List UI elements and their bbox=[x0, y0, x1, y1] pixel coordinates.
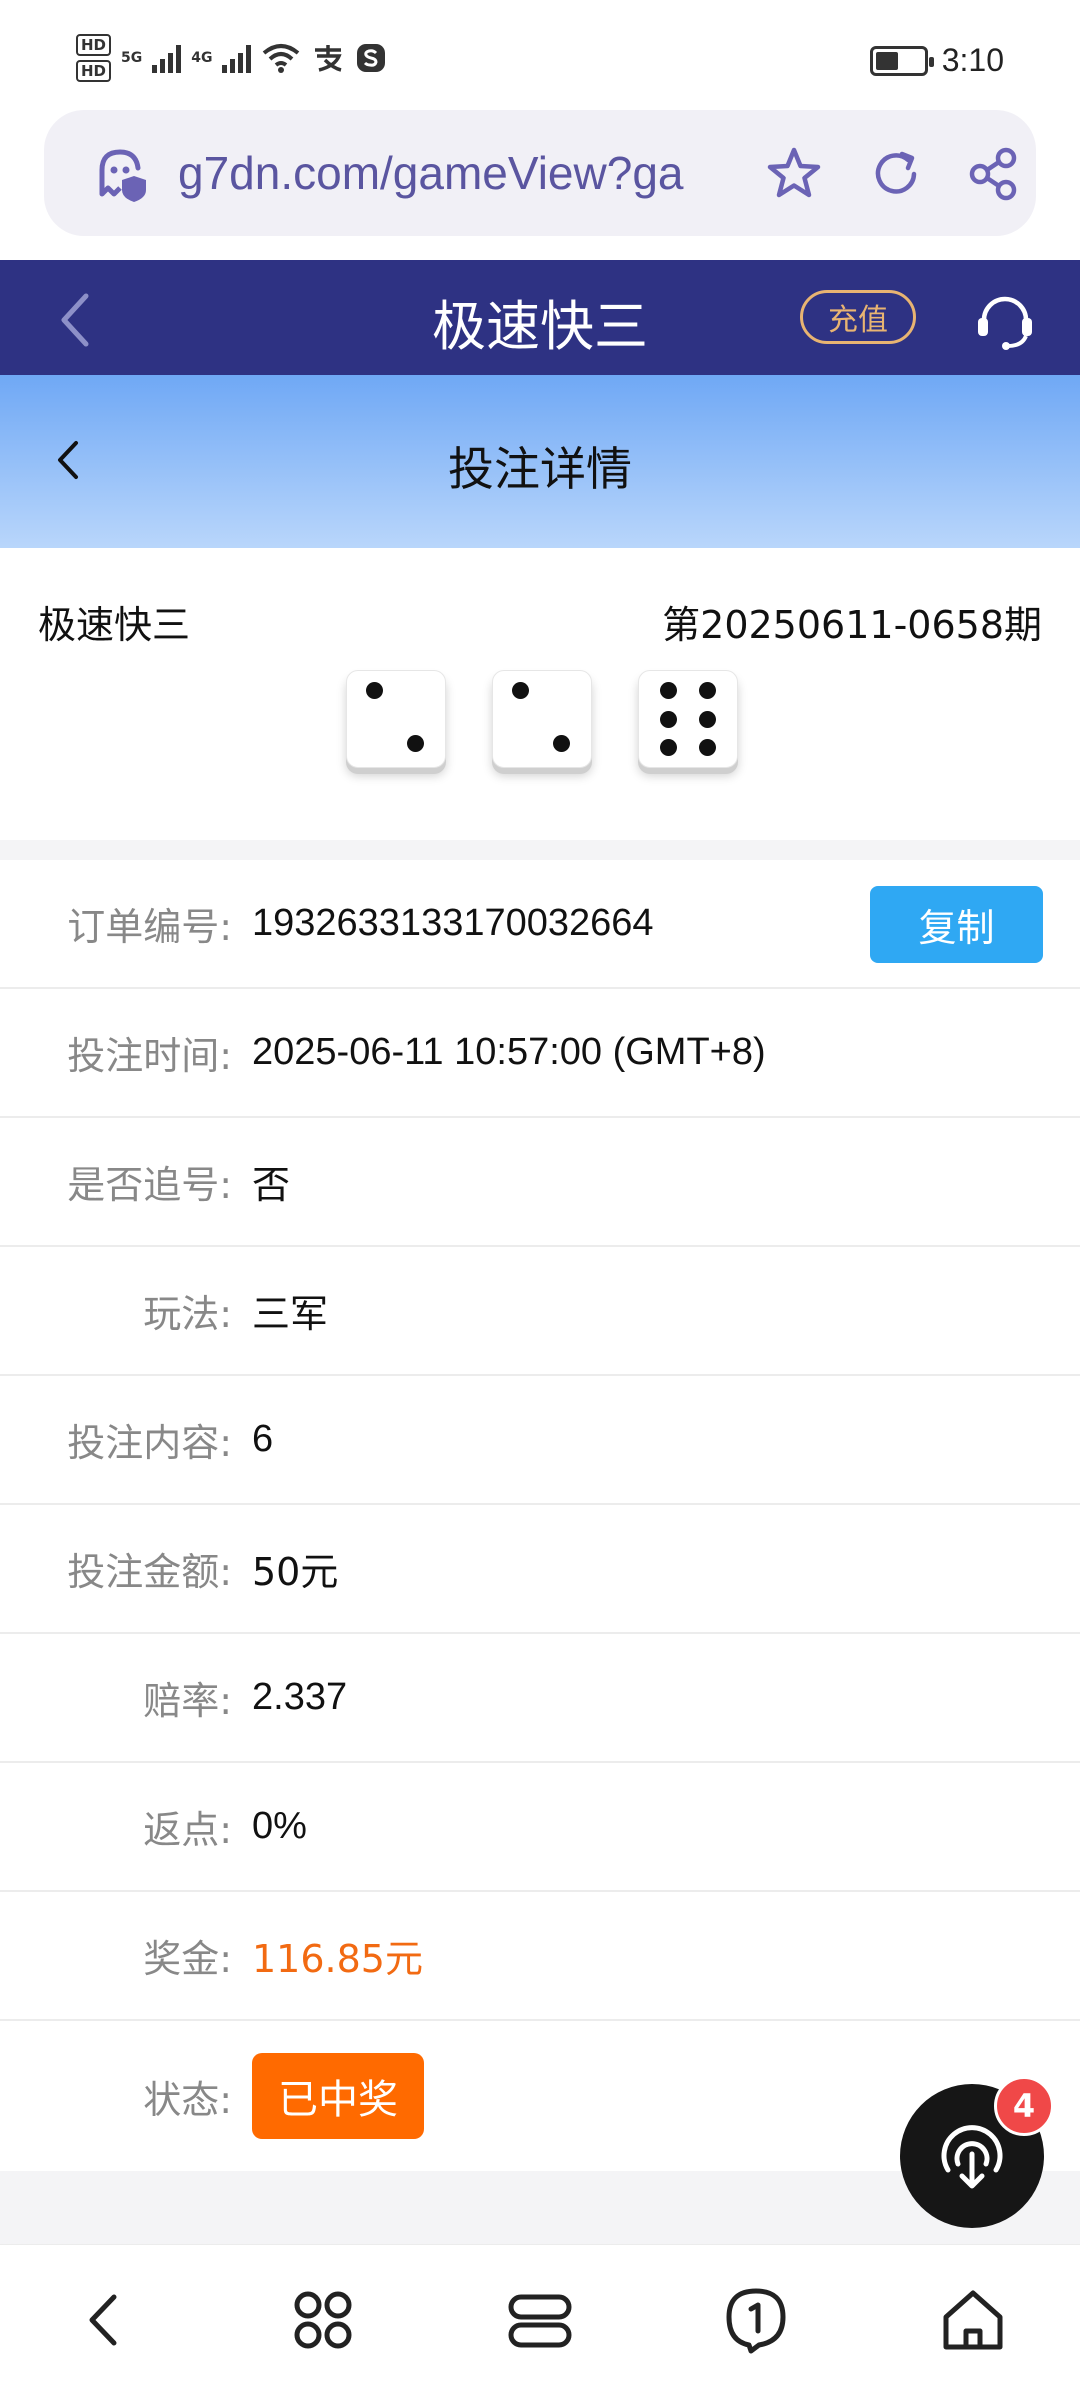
rebate-value: 0% bbox=[252, 1805, 307, 1847]
notification-badge: 4 bbox=[994, 2076, 1054, 2136]
lottery-period: 第20250611-0658期 bbox=[662, 603, 1042, 647]
back-icon[interactable] bbox=[72, 2285, 142, 2355]
chase-value: 否 bbox=[252, 1163, 291, 1207]
wifi-icon bbox=[263, 44, 300, 73]
die-pip bbox=[659, 710, 677, 728]
security-ghost-icon[interactable] bbox=[90, 144, 154, 208]
network-5g-label: 5G bbox=[121, 50, 143, 66]
refresh-icon[interactable] bbox=[866, 144, 926, 204]
detail-row-amount: 投注金额: 50元 bbox=[0, 1505, 1080, 1634]
status-badge: 已中奖 bbox=[252, 2053, 424, 2139]
odds-value: 2.337 bbox=[252, 1676, 348, 1718]
signal-icon bbox=[152, 43, 182, 73]
address-bar[interactable]: g7dn.com/gameView?ga bbox=[44, 110, 1036, 236]
detail-row-order-no: 订单编号: 1932633133170032664 复制 bbox=[0, 860, 1080, 989]
detail-row-play: 玩法: 三军 bbox=[0, 1247, 1080, 1376]
detail-label: 是否追号: bbox=[67, 1163, 232, 1207]
clock: 3:10 bbox=[941, 42, 1004, 78]
page-title: 投注详情 bbox=[448, 442, 632, 496]
prize-amount: 116.85元 bbox=[252, 1937, 423, 1981]
detail-row-bet-time: 投注时间: 2025-06-11 10:57:00 (GMT+8) bbox=[0, 989, 1080, 1118]
die-pip bbox=[553, 735, 571, 753]
status-bar-right: 3:10 bbox=[869, 42, 1004, 79]
app-title: 极速快三 bbox=[432, 295, 648, 358]
dice-row bbox=[346, 670, 738, 768]
bet-detail-list: 订单编号: 1932633133170032664 复制 投注时间: 2025-… bbox=[0, 860, 1080, 2171]
network-4g-label: 4G bbox=[191, 50, 213, 66]
die-pip bbox=[407, 735, 425, 753]
browser-bottom-nav bbox=[0, 2244, 1080, 2388]
recharge-button[interactable]: 充值 bbox=[800, 290, 916, 344]
die-2 bbox=[492, 670, 592, 768]
lottery-result-card: 极速快三 第20250611-0658期 bbox=[0, 548, 1080, 840]
sub-header: 投注详情 bbox=[0, 375, 1080, 548]
detail-row-content: 投注内容: 6 bbox=[0, 1376, 1080, 1505]
detail-row-chase: 是否追号: 否 bbox=[0, 1118, 1080, 1247]
die-pip bbox=[659, 681, 677, 699]
skype-icon bbox=[357, 44, 386, 72]
copy-button[interactable]: 复制 bbox=[870, 886, 1043, 963]
detail-label: 投注时间: bbox=[67, 1034, 232, 1078]
bet-amount: 50元 bbox=[252, 1550, 339, 1594]
customer-service-icon[interactable] bbox=[970, 284, 1040, 354]
die-pip bbox=[511, 681, 529, 699]
apps-icon[interactable] bbox=[288, 2285, 358, 2355]
signal-icon bbox=[222, 43, 252, 73]
die-2 bbox=[346, 670, 446, 768]
detail-label: 投注内容: bbox=[67, 1421, 232, 1465]
menu-icon[interactable] bbox=[505, 2285, 575, 2355]
detail-label: 订单编号: bbox=[67, 905, 232, 949]
browser-toolbar: g7dn.com/gameView?ga bbox=[0, 110, 1080, 260]
detail-row-prize: 奖金: 116.85元 bbox=[0, 1892, 1080, 2021]
die-6 bbox=[638, 670, 738, 768]
tabs-icon[interactable] bbox=[721, 2285, 791, 2355]
hd-icon: HD bbox=[76, 60, 112, 82]
lottery-name: 极速快三 bbox=[38, 603, 191, 647]
bet-content: 6 bbox=[252, 1418, 274, 1460]
detail-row-rebate: 返点: 0% bbox=[0, 1763, 1080, 1892]
detail-label: 赔率: bbox=[143, 1679, 232, 1723]
alipay-icon bbox=[315, 45, 343, 72]
url-text[interactable]: g7dn.com/gameView?ga bbox=[178, 146, 738, 200]
die-pip bbox=[699, 710, 717, 728]
home-icon[interactable] bbox=[938, 2285, 1008, 2355]
status-bar-left: HD HD 5G 4G bbox=[76, 34, 387, 82]
star-icon[interactable] bbox=[764, 144, 824, 204]
die-pip bbox=[365, 681, 383, 699]
die-pip bbox=[699, 739, 717, 757]
die-pip bbox=[699, 681, 717, 699]
detail-label: 状态: bbox=[143, 2077, 232, 2122]
detail-label: 玩法: bbox=[143, 1292, 232, 1336]
bet-time: 2025-06-11 10:57:00 (GMT+8) bbox=[252, 1031, 766, 1073]
share-icon[interactable] bbox=[962, 144, 1022, 204]
order-number: 1932633133170032664 bbox=[252, 902, 654, 944]
battery-icon bbox=[869, 45, 934, 76]
status-bar: HD HD 5G 4G 3:10 bbox=[0, 0, 1080, 110]
hd-indicators: HD HD bbox=[76, 34, 112, 82]
detail-label: 投注金额: bbox=[67, 1550, 232, 1594]
hd-icon: HD bbox=[76, 34, 112, 56]
play-type: 三军 bbox=[252, 1292, 329, 1336]
die-pip bbox=[659, 739, 677, 757]
app-header: 极速快三 充值 bbox=[0, 260, 1080, 375]
detail-row-odds: 赔率: 2.337 bbox=[0, 1634, 1080, 1763]
detail-label: 返点: bbox=[143, 1808, 232, 1852]
detail-label: 奖金: bbox=[143, 1937, 232, 1981]
